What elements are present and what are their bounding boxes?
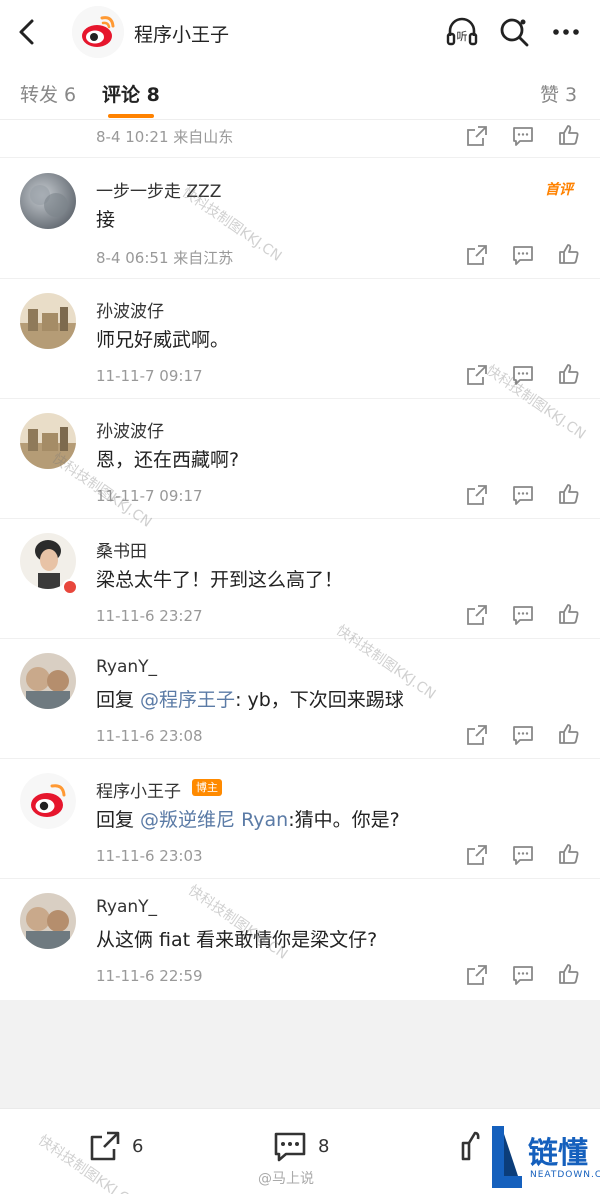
- search-icon[interactable]: [496, 14, 532, 50]
- first-comment-badge: 首评: [545, 182, 573, 198]
- tab-likes[interactable]: 赞 3: [540, 80, 577, 107]
- comment-item: 孙波波仔 恩，还在西藏啊? 11-11-7 09:17: [0, 399, 600, 519]
- brand-name: 链懂: [528, 1136, 588, 1171]
- weibo-logo: [72, 6, 124, 58]
- comment-author[interactable]: 孙波波仔: [96, 297, 164, 322]
- repost-count: 6: [132, 1135, 144, 1157]
- brand-logo-icon: [492, 1126, 522, 1188]
- avatar[interactable]: [20, 893, 76, 949]
- page-title: 程序小王子: [134, 24, 230, 46]
- comment-item: RyanY_ 从这俩 fiat 看来敢情你是梁文仔? 11-11-6 22:59: [0, 879, 600, 999]
- repost-button[interactable]: 6: [88, 1129, 143, 1163]
- tab-comments[interactable]: 评论 8: [102, 80, 160, 107]
- share-icon[interactable]: [465, 843, 489, 867]
- comment-meta: 11-11-6 23:08: [96, 727, 203, 745]
- share-icon[interactable]: [465, 483, 489, 507]
- comment-text: 师兄好威武啊。: [96, 329, 230, 351]
- listen-icon[interactable]: 听: [444, 14, 480, 50]
- comment-meta: 11-11-6 22:59: [96, 967, 203, 985]
- share-icon[interactable]: [465, 963, 489, 987]
- brand-watermark: 链懂 NEATDOWN.COM: [486, 1120, 600, 1194]
- like-icon[interactable]: [557, 842, 581, 866]
- share-icon[interactable]: [465, 243, 489, 267]
- comment-item: 一步一步走 ZZZ 首评 接 8-4 06:51 来自江苏: [0, 159, 600, 279]
- tab-reposts[interactable]: 转发 6: [20, 80, 76, 107]
- weibo-watermark: @马上说: [258, 1171, 314, 1187]
- comment-icon[interactable]: [511, 843, 535, 867]
- avatar[interactable]: [20, 293, 76, 349]
- more-icon[interactable]: [548, 14, 584, 50]
- tab-bar: 转发 6 评论 8 赞 3: [0, 64, 600, 120]
- comment-count: 8: [318, 1135, 330, 1157]
- comment-meta: 8-4 10:21 来自山东: [96, 128, 234, 146]
- like-icon[interactable]: [557, 482, 581, 506]
- brand-site: NEATDOWN.COM: [530, 1170, 600, 1180]
- share-icon[interactable]: [465, 124, 489, 148]
- comment-text: 回复 @叛逆维尼 Ryan:猜中。你是?: [96, 809, 400, 831]
- repost-icon: [90, 1131, 120, 1161]
- comment-item: 桑书田 梁总太牛了！开到这么高了！ 11-11-6 23:27: [0, 519, 600, 639]
- comment-meta: 11-11-6 23:03: [96, 847, 203, 865]
- comment-button[interactable]: 8: [272, 1129, 329, 1163]
- mention-link[interactable]: @叛逆维尼 Ryan: [140, 809, 288, 831]
- comment-icon[interactable]: [511, 483, 535, 507]
- comment-author[interactable]: 孙波波仔: [96, 417, 164, 442]
- comment-text: 恩，还在西藏啊?: [96, 449, 240, 471]
- listen-label: 听: [457, 30, 468, 43]
- back-arrow-icon[interactable]: [12, 16, 44, 48]
- comment-icon[interactable]: [511, 723, 535, 747]
- comment-meta: 11-11-6 23:27: [96, 607, 203, 625]
- like-icon[interactable]: [557, 722, 581, 746]
- like-icon[interactable]: [557, 962, 581, 986]
- like-icon[interactable]: [557, 362, 581, 386]
- mention-link[interactable]: @程序王子: [140, 689, 235, 711]
- comment-author[interactable]: RyanY_: [96, 657, 157, 677]
- avatar[interactable]: [20, 173, 76, 229]
- comment-author[interactable]: RyanY_: [96, 897, 157, 917]
- like-icon[interactable]: [557, 602, 581, 626]
- avatar[interactable]: [20, 653, 76, 709]
- comment-icon[interactable]: [511, 124, 535, 148]
- comment-icon[interactable]: [511, 963, 535, 987]
- like-icon[interactable]: [557, 123, 581, 147]
- comment-text: 回复 @程序王子: yb，下次回来踢球: [96, 689, 404, 711]
- top-bar: 程序小王子 听: [0, 0, 600, 64]
- comment-icon[interactable]: [511, 603, 535, 627]
- comment-item-partial: 8-4 10:21 来自山东: [0, 120, 600, 158]
- blogger-badge: 博主: [192, 779, 222, 796]
- active-tab-indicator: [108, 114, 154, 118]
- verified-badge-icon: [62, 579, 78, 595]
- comment-meta: 8-4 06:51 来自江苏: [96, 249, 234, 267]
- comment-author[interactable]: 桑书田: [96, 537, 147, 562]
- share-icon[interactable]: [465, 603, 489, 627]
- weibo-logo-avatar[interactable]: [72, 6, 124, 58]
- avatar[interactable]: [20, 773, 76, 829]
- comment-text: 接: [96, 209, 116, 231]
- share-icon[interactable]: [465, 723, 489, 747]
- like-icon[interactable]: [557, 242, 581, 266]
- comment-item: RyanY_ 回复 @程序王子: yb，下次回来踢球 11-11-6 23:08: [0, 639, 600, 759]
- comment-text: 梁总太牛了！开到这么高了！: [96, 569, 344, 591]
- comment-bubble-icon: [274, 1132, 306, 1162]
- comment-meta: 11-11-7 09:17: [96, 367, 203, 385]
- comment-author[interactable]: 程序小王子: [96, 777, 181, 802]
- empty-area: [0, 1000, 600, 1108]
- comment-icon[interactable]: [511, 243, 535, 267]
- comment-item: 程序小王子 博主 回复 @叛逆维尼 Ryan:猜中。你是? 11-11-6 23…: [0, 759, 600, 879]
